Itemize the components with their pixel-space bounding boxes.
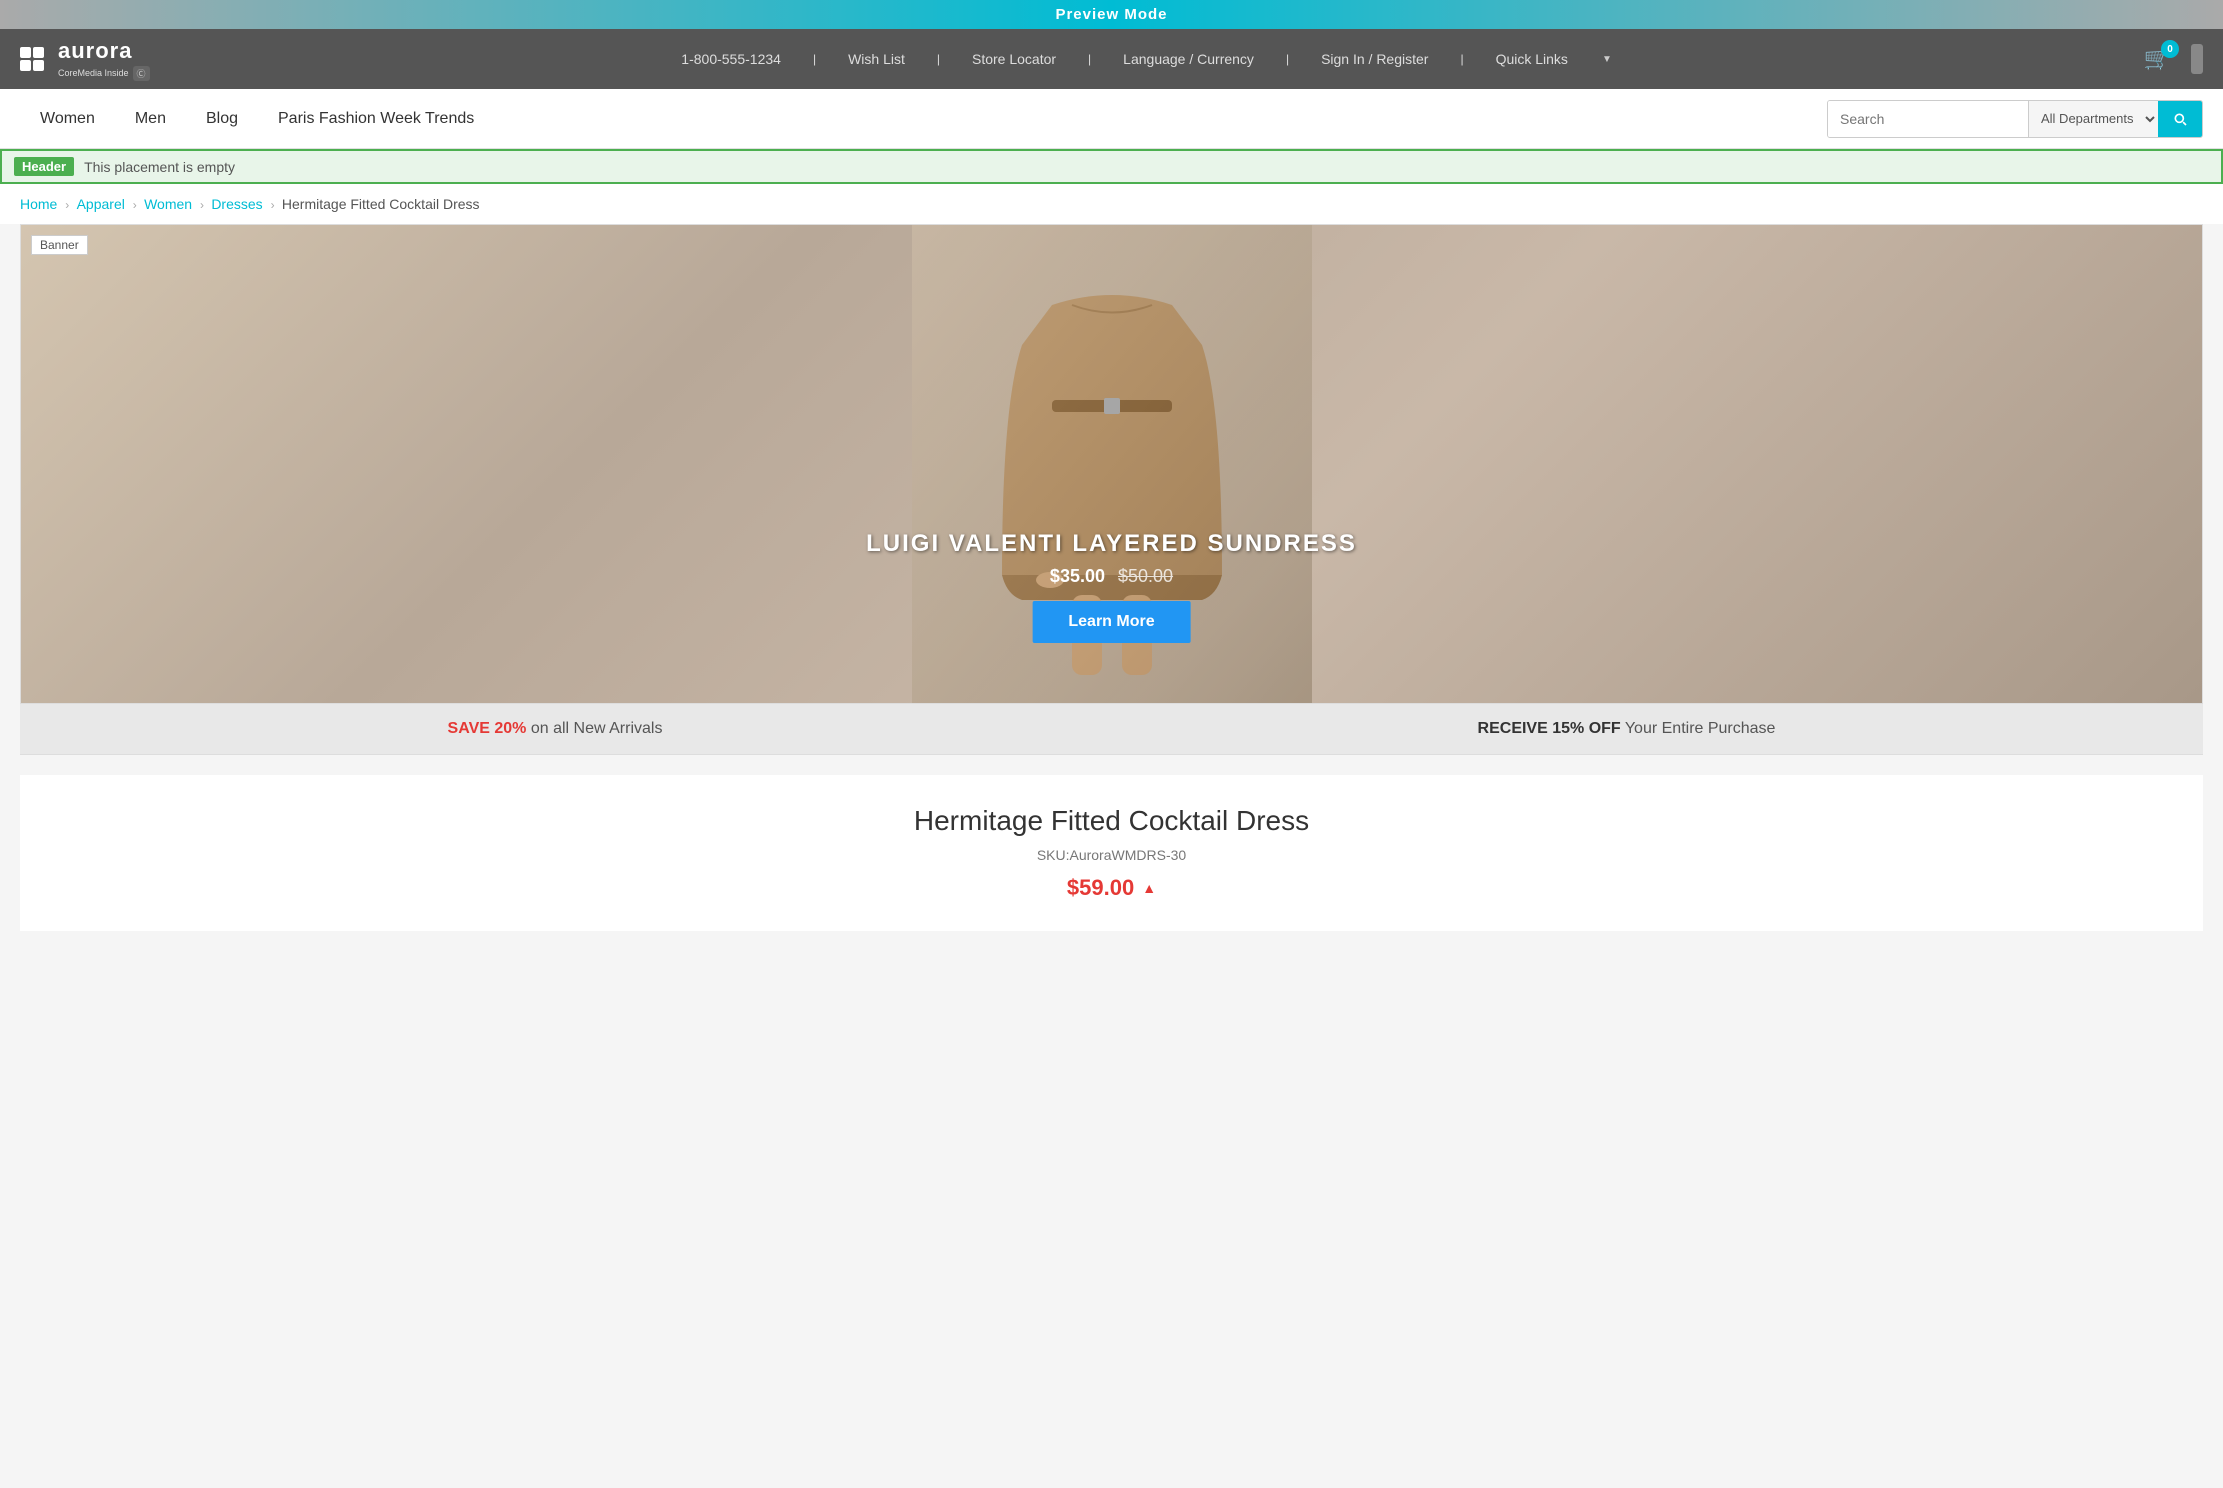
breadcrumb-sep-4: ›: [271, 198, 278, 212]
logo-subtitle: CoreMedia Inside Ⓒ: [58, 66, 150, 81]
banner-area: Banner: [20, 224, 2203, 704]
quick-links-link[interactable]: Quick Links: [1480, 51, 1584, 67]
nav-item-blog[interactable]: Blog: [186, 89, 258, 149]
separator-5: |: [1444, 52, 1479, 66]
logo-name: aurora: [58, 38, 150, 64]
search-icon: [2172, 111, 2188, 127]
banner-price-old: $50.00: [1118, 566, 1173, 586]
top-right-area: 🛒 0: [2144, 44, 2203, 74]
logo-sq-4: [33, 60, 44, 71]
product-sku: SKU:AuroraWMDRS-30: [50, 847, 2173, 863]
top-header: aurora CoreMedia Inside Ⓒ 1-800-555-1234…: [0, 29, 2223, 89]
learn-more-button[interactable]: Learn More: [1032, 601, 1190, 643]
search-input[interactable]: [1828, 101, 2028, 137]
separator-4: |: [1270, 52, 1305, 66]
separator-1: |: [797, 52, 832, 66]
product-price-row: $59.00 ▲: [50, 875, 2173, 901]
breadcrumb-women[interactable]: Women: [144, 196, 192, 212]
banner-label: Banner: [31, 235, 88, 255]
product-price: $59.00: [1067, 875, 1134, 901]
promo-left: SAVE 20% on all New Arrivals: [448, 720, 663, 738]
logo-squares: [20, 47, 44, 71]
logo-text-group: aurora CoreMedia Inside Ⓒ: [58, 38, 150, 81]
logo-sq-3: [20, 60, 31, 71]
preview-bar: Preview Mode: [0, 0, 2223, 29]
header-placement-bar: Header This placement is empty: [0, 149, 2223, 184]
logo-area[interactable]: aurora CoreMedia Inside Ⓒ: [20, 38, 150, 81]
coremedia-badge: Ⓒ: [133, 66, 150, 81]
separator-3: |: [1072, 52, 1107, 66]
promo-left-highlight: SAVE 20%: [448, 720, 527, 737]
promo-left-text: on all New Arrivals: [531, 720, 663, 737]
breadcrumb-current: Hermitage Fitted Cocktail Dress: [282, 196, 480, 212]
main-nav-links: Women Men Blog Paris Fashion Week Trends: [20, 89, 494, 149]
promo-right-text: Your Entire Purchase: [1625, 720, 1776, 737]
promo-right: RECEIVE 15% OFF Your Entire Purchase: [1478, 720, 1776, 738]
main-nav: Women Men Blog Paris Fashion Week Trends…: [0, 89, 2223, 149]
phone-number: 1-800-555-1234: [665, 51, 797, 67]
breadcrumb-sep-3: ›: [200, 198, 207, 212]
placement-label: Header: [14, 157, 74, 176]
banner-title: LUIGI VALENTI LAYERED SUNDRESS: [866, 530, 1357, 558]
promo-right-highlight: RECEIVE 15% OFF: [1478, 720, 1621, 737]
placement-empty-text: This placement is empty: [84, 159, 235, 175]
breadcrumb-sep-2: ›: [133, 198, 140, 212]
banner-price-new: $35.00: [1050, 566, 1105, 586]
store-locator-link[interactable]: Store Locator: [956, 51, 1072, 67]
product-detail: Hermitage Fitted Cocktail Dress SKU:Auro…: [20, 775, 2203, 931]
top-nav-links: 1-800-555-1234 | Wish List | Store Locat…: [665, 51, 1628, 67]
breadcrumb-sep-1: ›: [65, 198, 72, 212]
nav-item-men[interactable]: Men: [115, 89, 186, 149]
sign-in-link[interactable]: Sign In / Register: [1305, 51, 1444, 67]
department-select[interactable]: All Departments: [2028, 101, 2158, 137]
separator-2: |: [921, 52, 956, 66]
logo-sq-2: [33, 47, 44, 58]
wish-list-link[interactable]: Wish List: [832, 51, 921, 67]
breadcrumb-home[interactable]: Home: [20, 196, 57, 212]
promo-strip: SAVE 20% on all New Arrivals RECEIVE 15%…: [20, 704, 2203, 755]
banner-prices: $35.00 $50.00: [866, 566, 1357, 587]
cart-count-badge: 0: [2161, 40, 2179, 58]
logo-icon: [20, 47, 50, 71]
price-arrow-icon: ▲: [1142, 880, 1156, 896]
product-title: Hermitage Fitted Cocktail Dress: [50, 805, 2173, 837]
breadcrumb-apparel[interactable]: Apparel: [77, 196, 125, 212]
breadcrumb-dresses[interactable]: Dresses: [211, 196, 262, 212]
preview-bar-text: Preview Mode: [1055, 6, 1167, 23]
search-area: All Departments: [1827, 100, 2203, 138]
quick-links-arrow: ▼: [1586, 54, 1628, 65]
scroll-indicator: [2191, 44, 2203, 74]
cart-button[interactable]: 🛒 0: [2144, 46, 2171, 72]
nav-item-women[interactable]: Women: [20, 89, 115, 149]
breadcrumb: Home › Apparel › Women › Dresses › Hermi…: [0, 184, 2223, 224]
language-currency-link[interactable]: Language / Currency: [1107, 51, 1270, 67]
logo-sq-1: [20, 47, 31, 58]
search-button[interactable]: [2158, 101, 2202, 137]
nav-item-paris[interactable]: Paris Fashion Week Trends: [258, 89, 494, 149]
banner-content: LUIGI VALENTI LAYERED SUNDRESS $35.00 $5…: [866, 530, 1357, 643]
